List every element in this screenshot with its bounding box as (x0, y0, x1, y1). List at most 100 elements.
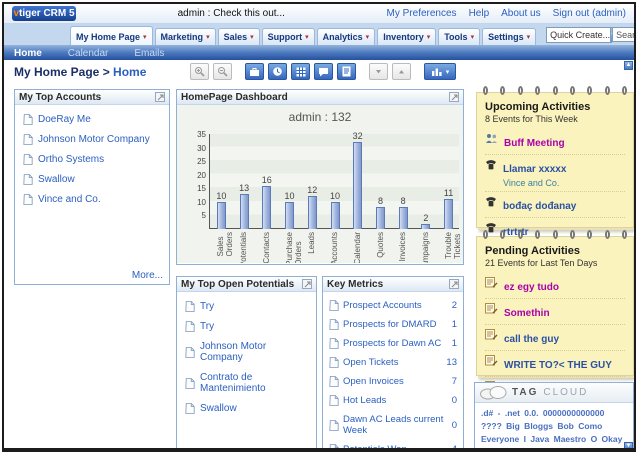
tab-support[interactable]: Support▾ (262, 28, 315, 45)
bar-value-label: 13 (233, 183, 255, 193)
up-arrow-button[interactable] (392, 63, 411, 80)
list-item-link[interactable]: Johnson Motor Company (200, 341, 308, 363)
subnav-emails[interactable]: Emails (134, 48, 164, 59)
header-link[interactable]: My Preferences (387, 8, 457, 19)
tab-label: Sales (224, 32, 248, 42)
panel-top-open-potentials: My Top Open Potentials Try Try Johnson Mot… (176, 276, 317, 452)
scroll-down-arrow[interactable]: ▼ (624, 442, 633, 451)
metric-value: 13 (446, 357, 457, 368)
header-link[interactable]: About us (501, 8, 540, 19)
activity-link[interactable]: Buff Meeting (504, 138, 565, 149)
activity-link[interactable]: Somethin (504, 308, 550, 319)
tab-label: Analytics (323, 32, 363, 42)
header-links: My Preferences Help About us Sign out (admi… (387, 8, 626, 19)
document-icon (329, 376, 339, 387)
list-item-link[interactable]: Ortho Systems (38, 154, 104, 165)
document-icon (23, 114, 33, 125)
status-message: admin : Check this out... (84, 8, 379, 19)
x-axis-label: Leads (307, 232, 316, 254)
more-link[interactable]: More... (132, 270, 163, 281)
chat-button[interactable] (314, 63, 333, 80)
tab-settings[interactable]: Settings▾ (482, 28, 536, 45)
tab-label: Settings (488, 32, 524, 42)
zoom-out-button[interactable] (213, 63, 232, 80)
activity-link[interactable]: call the guy (504, 334, 559, 345)
spiral-ring (587, 86, 592, 95)
header-link[interactable]: Sign out (admin) (553, 8, 626, 19)
list-item-link[interactable]: Try (200, 301, 214, 312)
zoom-in-button[interactable] (190, 63, 209, 80)
panel-title: HomePage Dashboard (181, 92, 288, 103)
metric-value: 0 (452, 395, 457, 406)
clock-button[interactable] (268, 63, 287, 80)
document-icon (329, 357, 339, 368)
chart-bar (217, 202, 226, 229)
activity-link[interactable]: bođaç dođanay (503, 201, 576, 212)
bar-value-label: 16 (256, 175, 278, 185)
metric-label[interactable]: Dawn AC Leads current Week (343, 414, 448, 436)
chart-bar (285, 202, 294, 229)
list-item-link[interactable]: Vince and Co. (38, 194, 101, 205)
tab-analytics[interactable]: Analytics▾ (317, 28, 376, 45)
scroll-up-arrow[interactable]: ▲ (624, 61, 633, 70)
expand-icon[interactable] (449, 279, 459, 289)
bar-value-label: 10 (324, 191, 346, 201)
metric-value: 2 (452, 300, 457, 311)
list-item-link[interactable]: DoeRay Me (38, 114, 91, 125)
metric-row: Prospects for DMARD1 (329, 319, 457, 330)
tab-my-home-page[interactable]: My Home Page▾ (70, 26, 153, 45)
expand-icon[interactable] (302, 279, 312, 289)
dashboard-chart-area: admin : 132 510152025303510Sales Orders1… (177, 105, 463, 263)
chart-bar (444, 199, 453, 229)
tab-inventory[interactable]: Inventory▾ (377, 28, 436, 45)
metric-label[interactable]: Prospects for Dawn AC (343, 338, 448, 349)
tab-label: Support (268, 32, 303, 42)
metric-label[interactable]: Hot Leads (343, 395, 448, 406)
metric-row: Potentials Won4 (329, 444, 457, 452)
activity-link[interactable]: Llamar xxxxx (503, 164, 566, 175)
subnav-home[interactable]: Home (14, 48, 42, 59)
down-arrow-button[interactable] (369, 63, 388, 80)
breadcrumb-current[interactable]: Home (113, 65, 146, 79)
spiral-binding (483, 230, 627, 239)
activity-subtext: Vince and Co. (503, 178, 566, 188)
metric-label[interactable]: Potentials Won (343, 444, 448, 452)
metric-row: Hot Leads 0 (329, 395, 457, 406)
header-link[interactable]: Help (469, 8, 490, 19)
panel-top-accounts: My Top Accounts DoeRay MeJohnson Motor C… (14, 89, 170, 285)
briefcase-button[interactable] (245, 63, 264, 80)
search-input[interactable] (612, 27, 634, 42)
chart-view-button[interactable]: ▾ (424, 63, 456, 80)
breadcrumb: My Home Page > Home (14, 65, 146, 79)
tab-tools[interactable]: Tools▾ (438, 28, 480, 45)
notes-button[interactable] (337, 63, 356, 80)
list-item: Johnson Motor Company (23, 134, 161, 145)
panel-homepage-dashboard: HomePage Dashboard admin : 132 510152025… (176, 89, 464, 265)
top-bar: vtiger CRM 5 admin : Check this out... M… (4, 4, 634, 24)
metric-label[interactable]: Prospects for DMARD (343, 319, 448, 330)
list-item-link[interactable]: Swallow (200, 403, 237, 414)
expand-icon[interactable] (155, 92, 165, 102)
bar-value-label: 11 (438, 188, 460, 198)
list-item-link[interactable]: Contrato de Mantenimiento (200, 372, 308, 394)
quick-create-select[interactable]: Quick Create... ▾ (546, 27, 612, 43)
tag-cloud-tags[interactable]: .d# - .net 0.0. 0000000000000 ???? Big B… (475, 403, 633, 452)
grid-button[interactable] (291, 63, 310, 80)
panel-title: My Top Open Potentials (181, 279, 294, 290)
activity-link[interactable]: WRITE TO?< THE GUY (504, 360, 612, 371)
list-item: Try (185, 321, 308, 332)
metric-label[interactable]: Open Invoices (343, 376, 448, 387)
list-item-link[interactable]: Johnson Motor Company (38, 134, 150, 145)
subnav-calendar[interactable]: Calendar (68, 48, 109, 59)
chevron-down-icon: ▾ (427, 33, 431, 41)
metric-label[interactable]: Prospect Accounts (343, 300, 448, 311)
tab-sales[interactable]: Sales▾ (218, 28, 260, 45)
activity-link[interactable]: ez egy tudo (504, 282, 559, 293)
expand-icon[interactable] (449, 92, 459, 102)
metric-label[interactable]: Open Tickets (343, 357, 442, 368)
phone-icon (485, 196, 497, 207)
list-item-link[interactable]: Swallow (38, 174, 75, 185)
list-item-link[interactable]: Try (200, 321, 214, 332)
x-axis-label: Trouble Tickets (444, 232, 462, 259)
tab-marketing[interactable]: Marketing▾ (155, 28, 216, 45)
